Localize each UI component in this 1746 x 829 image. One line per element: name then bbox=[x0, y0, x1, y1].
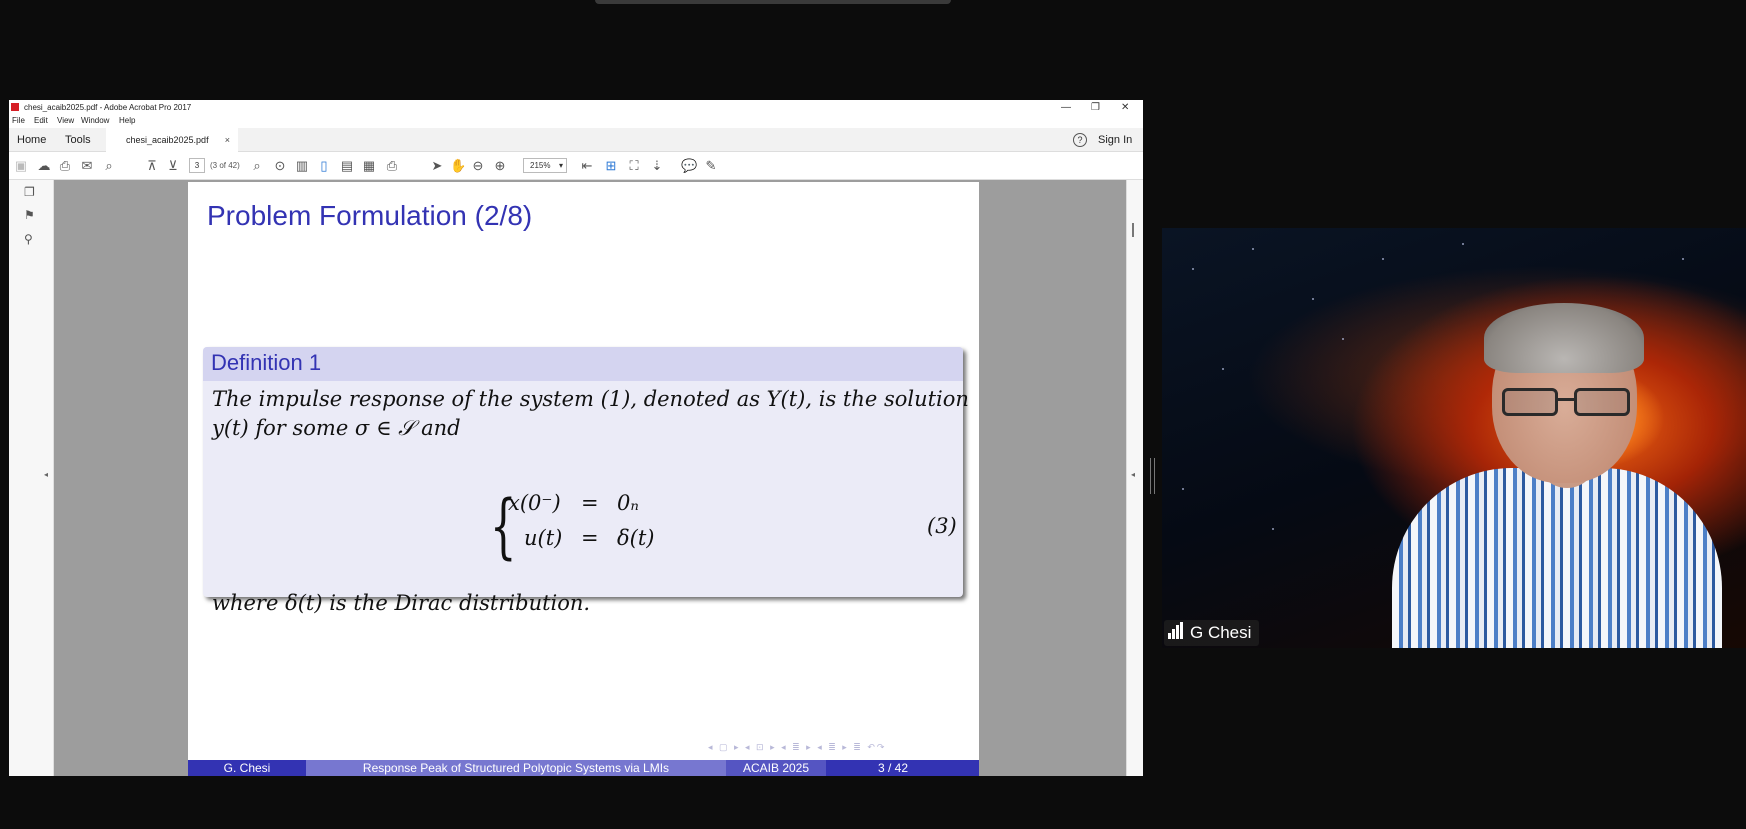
fit-width-icon[interactable]: ⇤ bbox=[579, 158, 595, 174]
star bbox=[1252, 248, 1254, 250]
window-title: chesi_acaib2025.pdf - Adobe Acrobat Pro … bbox=[24, 103, 192, 112]
help-icon[interactable]: ? bbox=[1073, 133, 1087, 147]
participant-video-tile[interactable]: G Chesi bbox=[1162, 228, 1746, 648]
eq-row1-lhs: x(0⁻) bbox=[508, 491, 561, 515]
page-number-input[interactable]: 3 bbox=[189, 158, 205, 173]
participant-hair bbox=[1484, 303, 1644, 373]
expand-left-pane-icon[interactable]: ◂ bbox=[44, 470, 48, 479]
previous-page-icon[interactable]: ⊼ bbox=[144, 158, 160, 174]
tab-tools[interactable]: Tools bbox=[65, 134, 91, 146]
two-page-icon[interactable]: ▦ bbox=[361, 158, 377, 174]
menu-view[interactable]: View bbox=[57, 116, 74, 125]
acrobat-app-icon bbox=[11, 103, 19, 111]
zoom-tool-icon[interactable]: ⊙ bbox=[272, 158, 288, 174]
eq-row2-lhs: u(t) bbox=[524, 526, 563, 550]
scrolling-mode-icon[interactable]: ▤ bbox=[339, 158, 355, 174]
close-tab-icon[interactable]: × bbox=[225, 135, 230, 145]
star bbox=[1682, 258, 1684, 260]
participant-shirt bbox=[1392, 468, 1722, 648]
full-screen-icon[interactable]: ⛶ bbox=[626, 158, 642, 174]
upload-cloud-icon[interactable]: ☁ bbox=[36, 158, 52, 174]
definition-block: Definition 1 The impulse response of the… bbox=[203, 347, 969, 615]
page-layout-icon[interactable]: ▥ bbox=[294, 158, 310, 174]
footer-talk-title: Response Peak of Structured Polytopic Sy… bbox=[306, 760, 726, 776]
highlight-pen-icon[interactable]: ✎ bbox=[703, 158, 719, 174]
star bbox=[1182, 488, 1184, 490]
menu-help[interactable]: Help bbox=[119, 116, 135, 125]
eq-row1-rel: = bbox=[581, 491, 599, 515]
participant-name-tag: G Chesi bbox=[1164, 620, 1260, 646]
participant-glasses bbox=[1502, 388, 1632, 418]
comment-icon[interactable]: 💬 bbox=[681, 158, 697, 174]
split-view-handle[interactable] bbox=[1150, 458, 1155, 494]
footer-author: G. Chesi bbox=[188, 760, 306, 776]
marquee-zoom-icon[interactable]: ⌕ bbox=[249, 158, 265, 174]
attachments-icon[interactable]: ⚲ bbox=[24, 232, 33, 246]
save-icon[interactable]: ▣ bbox=[13, 158, 29, 174]
slide-title: Problem Formulation (2/8) bbox=[207, 200, 533, 231]
tab-bar: Home Tools chesi_acaib2025.pdf × ? Sign … bbox=[9, 128, 1143, 152]
eq-row2-rel: = bbox=[581, 526, 599, 550]
star bbox=[1462, 243, 1464, 245]
pdf-slide-page: Problem Formulation (2/8) Definition 1 T… bbox=[188, 182, 979, 776]
toolbar: ▣ ☁ ⎙ ✉ ⌕ ⊼ ⊻ 3 (3 of 42) ⌕ ⊙ ▥ ▯ ▤ ▦ ⎙ … bbox=[9, 152, 1143, 180]
star bbox=[1222, 368, 1224, 370]
star bbox=[1312, 298, 1314, 300]
equation-number: (3) bbox=[927, 514, 957, 538]
restore-button[interactable]: ❐ bbox=[1091, 100, 1100, 115]
minimize-button[interactable]: — bbox=[1061, 100, 1071, 115]
read-mode-icon[interactable]: ⇣ bbox=[649, 158, 665, 174]
zoom-level-select[interactable]: 215% bbox=[523, 158, 567, 173]
bookmarks-icon[interactable]: ⚑ bbox=[24, 208, 35, 222]
menu-window[interactable]: Window bbox=[81, 116, 109, 125]
star bbox=[1192, 268, 1194, 270]
star bbox=[1272, 528, 1274, 530]
menu-bar: File Edit View Window Help bbox=[9, 115, 1143, 128]
star bbox=[1382, 258, 1384, 260]
title-bar: chesi_acaib2025.pdf - Adobe Acrobat Pro … bbox=[9, 100, 1143, 115]
slide-footer: G. Chesi Response Peak of Structured Pol… bbox=[188, 760, 979, 776]
definition-line-2: y(t) for some σ ∈ 𝒮 and bbox=[212, 416, 461, 440]
acrobat-window: chesi_acaib2025.pdf - Adobe Acrobat Pro … bbox=[9, 100, 1143, 776]
eq-row1-rhs: 0ₙ bbox=[617, 491, 639, 515]
definition-where-line: where δ(t) is the Dirac distribution. bbox=[212, 591, 591, 615]
fit-page-icon[interactable]: ⊞ bbox=[603, 158, 619, 174]
beamer-navigation-symbols[interactable]: ◂ ▢ ▸ ◂ ⊡ ▸ ◂ ≣ ▸ ◂ ≣ ▸ ≣ ↶↷ bbox=[708, 742, 886, 753]
tab-document[interactable]: chesi_acaib2025.pdf × bbox=[106, 128, 238, 152]
close-window-button[interactable]: ✕ bbox=[1121, 100, 1129, 115]
star bbox=[1342, 338, 1344, 340]
email-icon[interactable]: ✉ bbox=[79, 158, 95, 174]
search-icon[interactable]: ⌕ bbox=[101, 158, 117, 174]
eq-row2-rhs: δ(t) bbox=[617, 526, 655, 550]
participant-name: G Chesi bbox=[1190, 623, 1252, 642]
select-tool-icon[interactable]: ➤ bbox=[429, 158, 445, 174]
signal-strength-icon bbox=[1168, 622, 1184, 644]
expand-right-pane-icon[interactable]: ◂ bbox=[1131, 470, 1135, 479]
screen-notch bbox=[595, 0, 951, 4]
menu-edit[interactable]: Edit bbox=[34, 116, 48, 125]
zoom-in-icon[interactable]: ⊕ bbox=[492, 158, 508, 174]
page-thumbnails-icon[interactable]: ❐ bbox=[24, 185, 35, 199]
footer-page-number: 3 / 42 bbox=[826, 760, 979, 776]
definition-line-1: The impulse response of the system (1), … bbox=[212, 387, 969, 411]
print-icon[interactable]: ⎙ bbox=[57, 158, 73, 174]
scrollbar-thumb[interactable] bbox=[1132, 223, 1134, 237]
fax-icon[interactable]: ⎙ bbox=[384, 158, 400, 174]
page-count: (3 of 42) bbox=[210, 161, 240, 170]
definition-title: Definition 1 bbox=[203, 347, 963, 381]
menu-file[interactable]: File bbox=[12, 116, 25, 125]
tab-home[interactable]: Home bbox=[17, 134, 46, 146]
footer-venue: ACAIB 2025 bbox=[726, 760, 826, 776]
zoom-out-icon[interactable]: ⊖ bbox=[470, 158, 486, 174]
single-page-icon[interactable]: ▯ bbox=[316, 158, 332, 174]
sign-in-link[interactable]: Sign In bbox=[1098, 134, 1132, 146]
navigation-pane: ❐ ⚑ ⚲ ◂ bbox=[9, 180, 54, 776]
next-page-icon[interactable]: ⊻ bbox=[165, 158, 181, 174]
hand-tool-icon[interactable]: ✋ bbox=[450, 158, 466, 174]
tab-document-label: chesi_acaib2025.pdf bbox=[126, 135, 209, 145]
right-pane: ◂ bbox=[1126, 180, 1143, 776]
